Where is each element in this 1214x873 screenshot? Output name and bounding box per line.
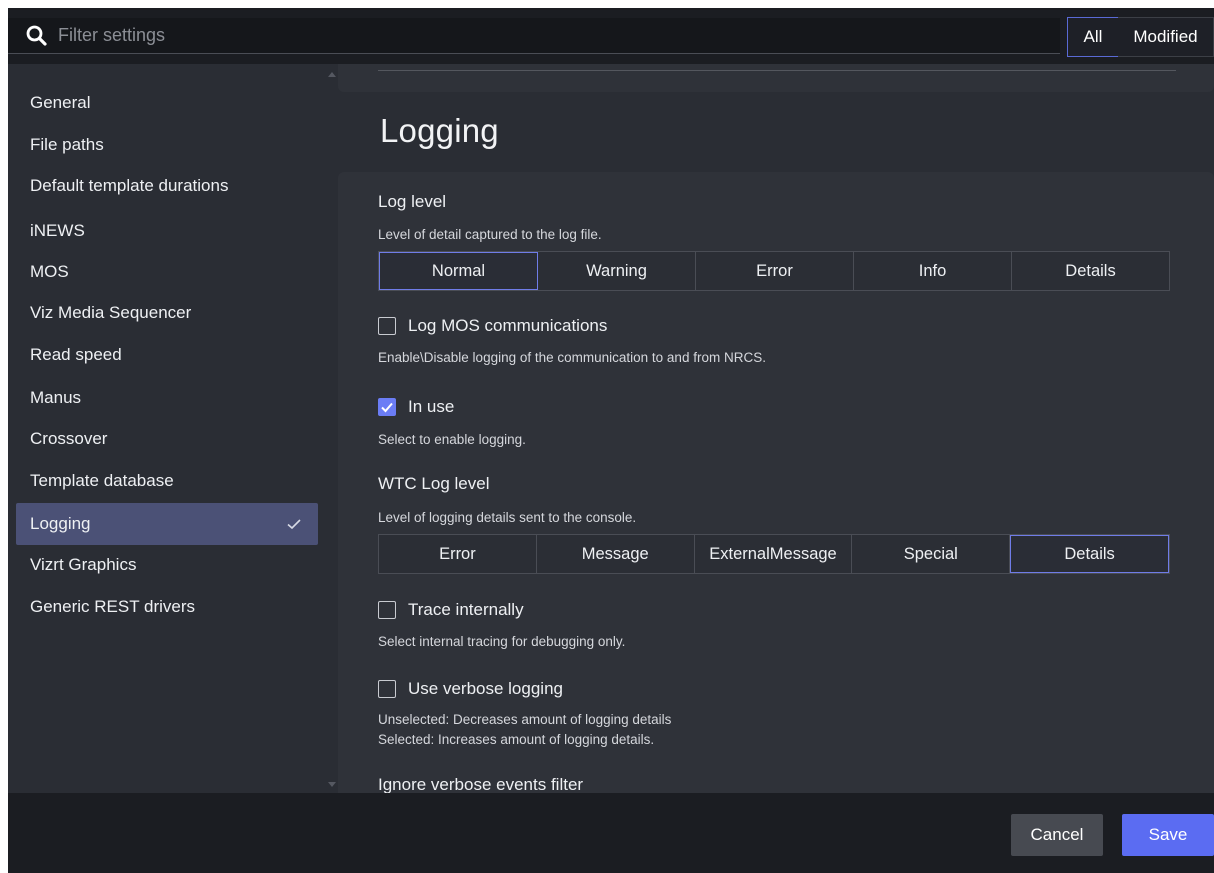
sidebar-item-label: iNEWS — [30, 221, 85, 240]
sidebar-item-label: General — [30, 93, 91, 112]
log-level-option-warning[interactable]: Warning — [538, 252, 696, 290]
sidebar-item-label: Manus — [30, 388, 82, 407]
cancel-button[interactable]: Cancel — [1011, 814, 1103, 856]
sidebar-item-label: Viz Media Sequencer — [30, 303, 192, 322]
log-mos-checkbox-row[interactable]: Log MOS communications — [378, 316, 607, 336]
log-level-option-error[interactable]: Error — [696, 252, 854, 290]
sidebar-item-label: Vizrt Graphics — [30, 555, 137, 574]
log-level-description: Level of detail captured to the log file… — [378, 227, 602, 242]
filter-modified-tab[interactable]: Modified — [1118, 17, 1214, 57]
wtc-option-error[interactable]: Error — [379, 535, 537, 573]
previous-section-card — [338, 64, 1214, 92]
log-level-option-normal[interactable]: Normal — [379, 252, 538, 290]
scroll-up-arrow-icon[interactable] — [328, 72, 336, 77]
trace-internally-description: Select internal tracing for debugging on… — [378, 634, 626, 649]
log-level-option-info[interactable]: Info — [854, 252, 1012, 290]
search-box[interactable] — [8, 18, 1060, 54]
sidebar-item-vizrt-graphics[interactable]: Vizrt Graphics — [16, 544, 318, 586]
sidebar-item-label: MOS — [30, 262, 69, 281]
scroll-down-arrow-icon[interactable] — [328, 782, 336, 787]
sidebar-item-template-database[interactable]: Template database — [16, 460, 318, 502]
verbose-logging-label: Use verbose logging — [408, 679, 563, 698]
sidebar-item-label: File paths — [30, 135, 104, 154]
sidebar-item-label: Crossover — [30, 429, 108, 448]
sidebar-item-label: Default template durations — [30, 176, 229, 195]
in-use-description: Select to enable logging. — [378, 432, 526, 447]
sidebar-item-read-speed[interactable]: Read speed — [16, 334, 318, 376]
ignore-verbose-events-title: Ignore verbose events filter — [378, 775, 584, 793]
verbose-logging-description-1: Unselected: Decreases amount of logging … — [378, 712, 672, 727]
wtc-log-level-title: WTC Log level — [378, 474, 490, 493]
sidebar-item-inews[interactable]: iNEWS — [16, 210, 318, 252]
page-title: Logging — [380, 112, 499, 149]
save-button[interactable]: Save — [1122, 814, 1214, 856]
logging-settings-card: Log level Level of detail captured to th… — [338, 172, 1214, 793]
sidebar-item-label: Logging — [30, 514, 91, 533]
sidebar-item-default-template-durations[interactable]: Default template durations — [16, 165, 318, 207]
search-icon — [26, 25, 47, 46]
wtc-option-message[interactable]: Message — [536, 535, 695, 573]
sidebar: General File paths Default template dura… — [8, 64, 336, 793]
verbose-logging-checkbox[interactable] — [378, 680, 396, 698]
trace-internally-label: Trace internally — [408, 600, 524, 619]
checkmark-icon — [381, 402, 393, 413]
sidebar-item-generic-rest-drivers[interactable]: Generic REST drivers — [16, 586, 318, 628]
in-use-checkbox[interactable] — [378, 398, 396, 416]
check-icon — [287, 519, 301, 530]
verbose-logging-checkbox-row[interactable]: Use verbose logging — [378, 679, 563, 699]
sidebar-item-mos[interactable]: MOS — [16, 251, 318, 293]
wtc-log-level-description: Level of logging details sent to the con… — [378, 510, 637, 525]
filter-all-tab[interactable]: All — [1067, 17, 1119, 57]
log-mos-checkbox[interactable] — [378, 317, 396, 335]
filter-bar: All Modified — [8, 8, 1214, 64]
sidebar-item-general[interactable]: General — [16, 82, 318, 124]
log-mos-label: Log MOS communications — [408, 316, 608, 335]
sidebar-item-logging[interactable]: Logging — [16, 503, 318, 545]
settings-window: All Modified General File paths Default … — [8, 8, 1214, 873]
wtc-option-special[interactable]: Special — [852, 535, 1011, 573]
sidebar-item-crossover[interactable]: Crossover — [16, 418, 318, 460]
trace-internally-checkbox-row[interactable]: Trace internally — [378, 600, 524, 620]
wtc-option-details[interactable]: Details — [1010, 535, 1169, 573]
verbose-logging-description-2: Selected: Increases amount of logging de… — [378, 732, 655, 747]
sidebar-item-label: Read speed — [30, 345, 122, 364]
log-level-selector: Normal Warning Error Info Details — [378, 251, 1170, 291]
in-use-label: In use — [408, 397, 455, 416]
sidebar-item-label: Template database — [30, 471, 174, 490]
sidebar-item-manus[interactable]: Manus — [16, 377, 318, 419]
settings-content: Logging Log level Level of detail captur… — [338, 64, 1214, 793]
in-use-checkbox-row[interactable]: In use — [378, 397, 454, 417]
sidebar-item-label: Generic REST drivers — [30, 597, 196, 616]
log-level-title: Log level — [378, 192, 447, 211]
wtc-log-level-selector: Error Message ExternalMessage Special De… — [378, 534, 1170, 574]
search-input[interactable] — [50, 18, 1060, 53]
log-level-option-details[interactable]: Details — [1012, 252, 1169, 290]
log-mos-description: Enable\Disable logging of the communicat… — [378, 350, 766, 365]
sidebar-item-viz-media-sequencer[interactable]: Viz Media Sequencer — [16, 292, 318, 334]
wtc-option-external-message[interactable]: ExternalMessage — [694, 535, 853, 573]
dialog-footer: Cancel Save — [8, 793, 1214, 873]
sidebar-item-file-paths[interactable]: File paths — [16, 124, 318, 166]
trace-internally-checkbox[interactable] — [378, 601, 396, 619]
